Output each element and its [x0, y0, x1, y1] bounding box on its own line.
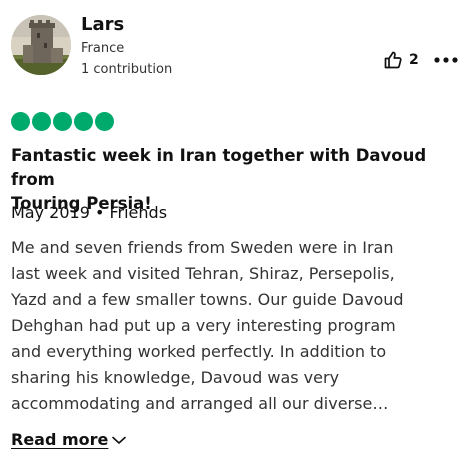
thumbs-up-icon [384, 51, 402, 69]
more-options-button[interactable] [433, 52, 459, 68]
author-name[interactable]: Lars [81, 14, 124, 36]
review-body-line: Dehghan had put up a very interesting pr… [11, 316, 396, 335]
read-more-label: Read more [11, 430, 109, 449]
review-body-line: and everything worked perfectly. In addi… [11, 342, 387, 361]
author-contributions: 1 contribution [81, 62, 173, 77]
review-body-line: Yazd and a few smaller towns. Our guide … [11, 290, 404, 309]
chevron-down-icon [112, 436, 127, 444]
review-card: Lars France 1 contribution 2 Fantastic w… [0, 0, 463, 465]
helpful-vote-button[interactable]: 2 [383, 50, 419, 70]
review-body-line: Me and seven friends from Sweden were in… [11, 238, 394, 257]
rating-bubble [32, 112, 51, 131]
trip-info: May 2019 • Friends [11, 203, 168, 222]
rating-bubbles [11, 112, 114, 131]
review-body-line: sharing his knowledge, Davoud was very [11, 368, 340, 387]
author-location: France [81, 41, 125, 56]
rating-bubble [74, 112, 93, 131]
review-title-line: Fantastic week in Iran together with Dav… [11, 146, 427, 189]
rating-bubble [95, 112, 114, 131]
rating-bubble [53, 112, 72, 131]
helpful-count: 2 [409, 52, 419, 68]
review-body-line: accommodating and arranged all our diver… [11, 394, 389, 413]
avatar[interactable] [11, 15, 71, 75]
review-body-line: last week and visited Tehran, Shiraz, Pe… [11, 264, 395, 283]
read-more-button[interactable]: Read more [11, 430, 127, 449]
avatar-castle-image [11, 15, 71, 75]
rating-bubble [11, 112, 30, 131]
review-body: Me and seven friends from Sweden were in… [11, 235, 457, 417]
more-horizontal-icon [434, 57, 458, 63]
